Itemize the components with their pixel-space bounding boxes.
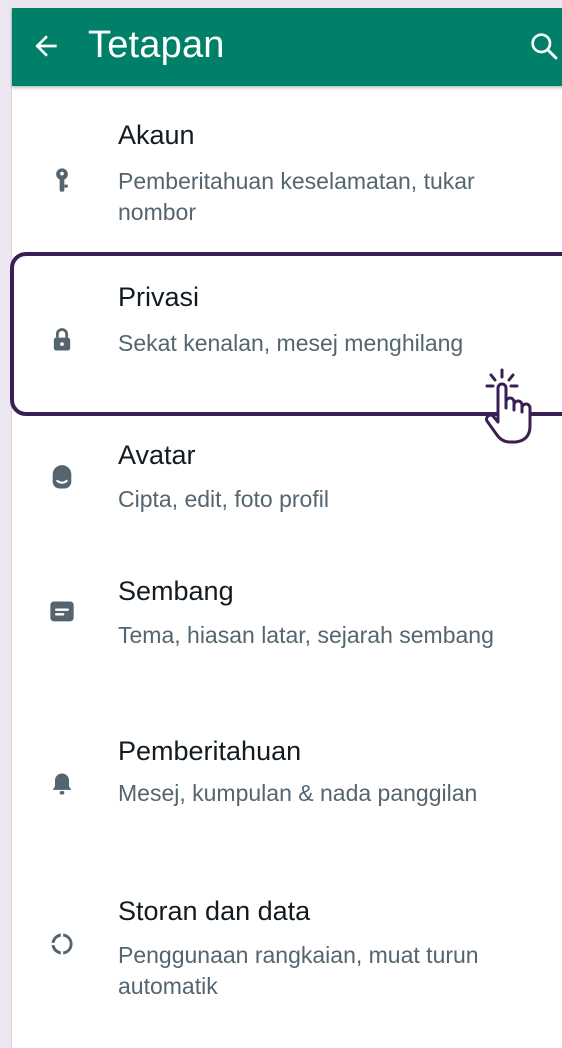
settings-item-sembang[interactable]: Sembang Tema, hiasan latar, sejarah semb… [12, 536, 562, 696]
chat-icon [50, 601, 74, 622]
settings-item-subtitle: Pemberitahuan keselamatan, tukar nombor [118, 168, 475, 225]
settings-screen: Tetapan Akaun Pemberitahuan keselamatan,… [10, 8, 562, 1048]
search-icon[interactable] [528, 30, 560, 62]
settings-item-storan[interactable]: Storan dan data Penggunaan rangkaian, mu… [12, 856, 562, 1016]
settings-item-subtitle: Mesej, kumpulan & nada panggilan [118, 780, 478, 806]
tap-hand-icon [485, 368, 532, 444]
settings-item-label: Pemberitahuan [118, 736, 302, 766]
avatar-icon [52, 465, 72, 489]
settings-item-label: Avatar [118, 440, 196, 470]
settings-item-label: Sembang [118, 576, 234, 606]
app-bar: Tetapan [12, 8, 562, 86]
settings-item-label: Akaun [118, 120, 195, 150]
bell-icon [52, 773, 72, 795]
page-title: Tetapan [88, 24, 225, 66]
settings-item-subtitle: Tema, hiasan latar, sejarah sembang [118, 622, 494, 648]
settings-item-pemberitahuan[interactable]: Pemberitahuan Mesej, kumpulan & nada pan… [12, 696, 562, 856]
arrow-left-icon[interactable] [30, 30, 62, 62]
settings-item-label: Storan dan data [118, 896, 311, 926]
settings-item-akaun[interactable]: Akaun Pemberitahuan keselamatan, tukar n… [12, 86, 562, 248]
key-icon [56, 168, 68, 192]
settings-item-subtitle: Penggunaan rangkaian, muat turun automat… [118, 942, 479, 999]
settings-item-subtitle: Cipta, edit, foto profil [118, 486, 329, 512]
data-usage-icon [51, 933, 73, 955]
